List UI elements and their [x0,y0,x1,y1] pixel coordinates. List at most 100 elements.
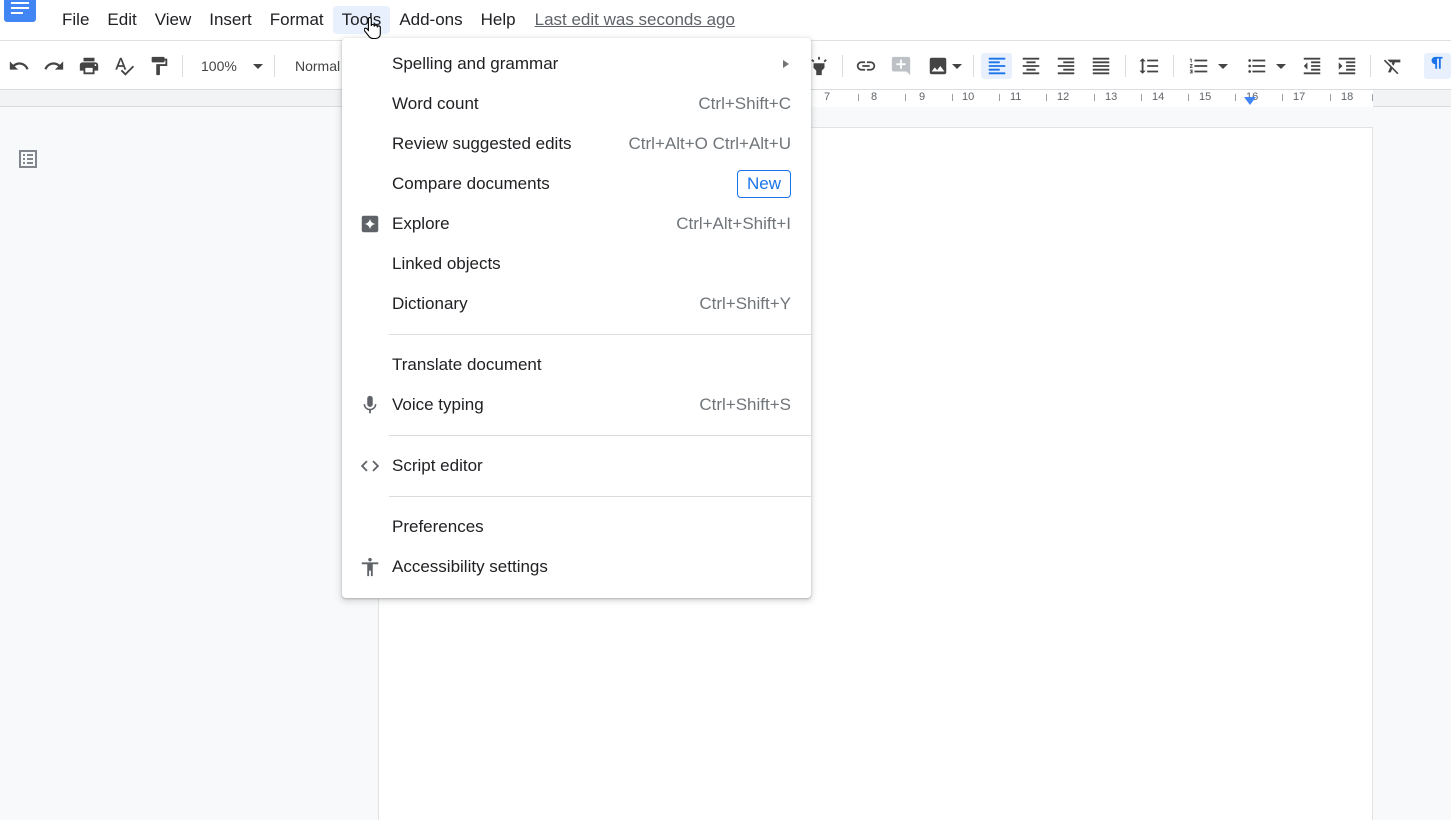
menu-view[interactable]: View [146,6,201,34]
menu-item-spelling-and-grammar[interactable]: Spelling and grammar [342,44,811,84]
toolbar-divider [1125,55,1126,77]
ruler-mark [999,94,1000,101]
menu-item-linked-objects[interactable]: Linked objects [342,244,811,284]
ruler-tick: 8 [871,91,878,103]
zoom-select[interactable]: 100% [190,55,268,77]
menu-item-word-count[interactable]: Word count Ctrl+Shift+C [342,84,811,124]
submenu-arrow-icon [783,60,789,68]
ruler-mark [1094,94,1095,101]
align-center-icon[interactable] [1018,53,1044,79]
ruler-mark [1046,94,1047,101]
ruler-tick: 14 [1152,91,1165,103]
ruler-mark [1330,94,1331,101]
line-spacing-icon[interactable] [1136,53,1162,79]
clear-formatting-icon[interactable] [1380,53,1406,79]
toolbar-divider [1173,55,1174,77]
paragraph-marks-icon[interactable] [1424,53,1451,79]
increase-indent-icon[interactable] [1334,53,1360,79]
ruler-mark [1372,94,1373,101]
menu-item-dictionary[interactable]: Dictionary Ctrl+Shift+Y [342,284,811,324]
last-edit-link[interactable]: Last edit was seconds ago [535,10,735,30]
align-right-icon[interactable] [1053,53,1079,79]
decrease-indent-icon[interactable] [1299,53,1325,79]
menu-item-accessibility-settings[interactable]: Accessibility settings [342,547,811,587]
menu-item-label: Spelling and grammar [392,54,559,73]
ruler-tick: 7 [824,91,831,103]
menu-item-label: Word count [392,94,479,113]
menu-item-review-suggested-edits[interactable]: Review suggested edits Ctrl+Alt+O Ctrl+A… [342,124,811,164]
ruler-mark [1188,94,1189,101]
ruler-tick: 13 [1105,91,1118,103]
menu-divider [389,496,811,497]
redo-icon[interactable] [41,53,67,79]
menu-help[interactable]: Help [472,6,525,34]
menu-item-voice-typing[interactable]: Voice typing Ctrl+Shift+S [342,385,811,425]
new-badge: New [736,170,791,198]
menu-item-label: Dictionary [392,294,468,313]
menu-item-label: Accessibility settings [392,557,548,576]
right-indent-marker[interactable] [1244,97,1256,105]
menu-item-shortcut: Ctrl+Alt+O Ctrl+Alt+U [628,134,792,153]
ruler-tick: 9 [919,91,926,103]
toolbar-divider [274,55,275,77]
hand-cursor-icon [363,16,382,42]
menu-bar: File Edit View Insert Format Tools Add-o… [0,0,1451,40]
accessibility-icon [359,556,381,578]
print-icon[interactable] [76,53,102,79]
ruler-mark [1141,94,1142,101]
justify-icon[interactable] [1088,53,1114,79]
menu-item-shortcut: Ctrl+Shift+Y [699,294,791,313]
menu-format[interactable]: Format [261,6,333,34]
insert-image-icon[interactable] [922,53,966,79]
code-icon [359,455,381,477]
ruler-mark [952,94,953,101]
microphone-icon [359,394,381,416]
tools-menu: Spelling and grammar Word count Ctrl+Shi… [342,38,811,598]
menu-items: File Edit View Insert Format Tools Add-o… [53,6,735,34]
ruler-mark [1282,94,1283,101]
menu-item-preferences[interactable]: Preferences [342,507,811,547]
ruler-tick: 18 [1341,91,1354,103]
ruler-tick: 17 [1293,91,1306,103]
add-comment-icon[interactable] [888,53,914,79]
docs-logo-icon[interactable] [4,0,36,22]
document-outline-icon[interactable] [16,147,40,171]
menu-item-compare-documents[interactable]: Compare documents New [342,164,811,204]
menu-item-explore[interactable]: Explore Ctrl+Alt+Shift+I [342,204,811,244]
menu-item-label: Script editor [392,456,483,475]
bulleted-list-chevron-down-icon [1276,63,1286,69]
menu-file[interactable]: File [53,6,98,34]
explore-icon [359,213,381,235]
menu-item-label: Translate document [392,355,542,374]
ruler-mark [905,94,906,101]
bulleted-list-icon[interactable] [1242,53,1290,79]
toolbar-divider [842,55,843,77]
menu-item-shortcut: Ctrl+Shift+S [699,395,791,414]
spellcheck-icon[interactable] [111,53,137,79]
menu-item-label: Preferences [392,517,484,536]
menu-insert[interactable]: Insert [200,6,261,34]
menu-item-shortcut: Ctrl+Alt+Shift+I [676,214,791,233]
menu-item-label: Compare documents [392,174,550,193]
menu-divider [389,435,811,436]
ruler-mark [1235,94,1236,101]
paint-format-icon[interactable] [146,53,172,79]
paragraph-style-select[interactable]: Normal [295,55,340,77]
menu-item-label: Review suggested edits [392,134,572,153]
menu-item-script-editor[interactable]: Script editor [342,446,811,486]
menu-item-label: Explore [392,214,450,233]
numbered-list-icon[interactable] [1184,53,1232,79]
menu-edit[interactable]: Edit [98,6,145,34]
zoom-chevron-down-icon [253,64,263,69]
menu-item-shortcut: Ctrl+Shift+C [698,94,791,113]
toolbar-divider [182,55,183,77]
insert-link-icon[interactable] [853,53,879,79]
zoom-value: 100% [201,58,237,74]
menu-add-ons[interactable]: Add-ons [390,6,471,34]
menu-item-translate-document[interactable]: Translate document [342,345,811,385]
ruler-tick: 11 [1010,91,1022,103]
toolbar-divider [973,55,974,77]
align-left-icon[interactable] [981,53,1012,79]
menu-item-label: Linked objects [392,254,501,273]
undo-icon[interactable] [6,53,32,79]
